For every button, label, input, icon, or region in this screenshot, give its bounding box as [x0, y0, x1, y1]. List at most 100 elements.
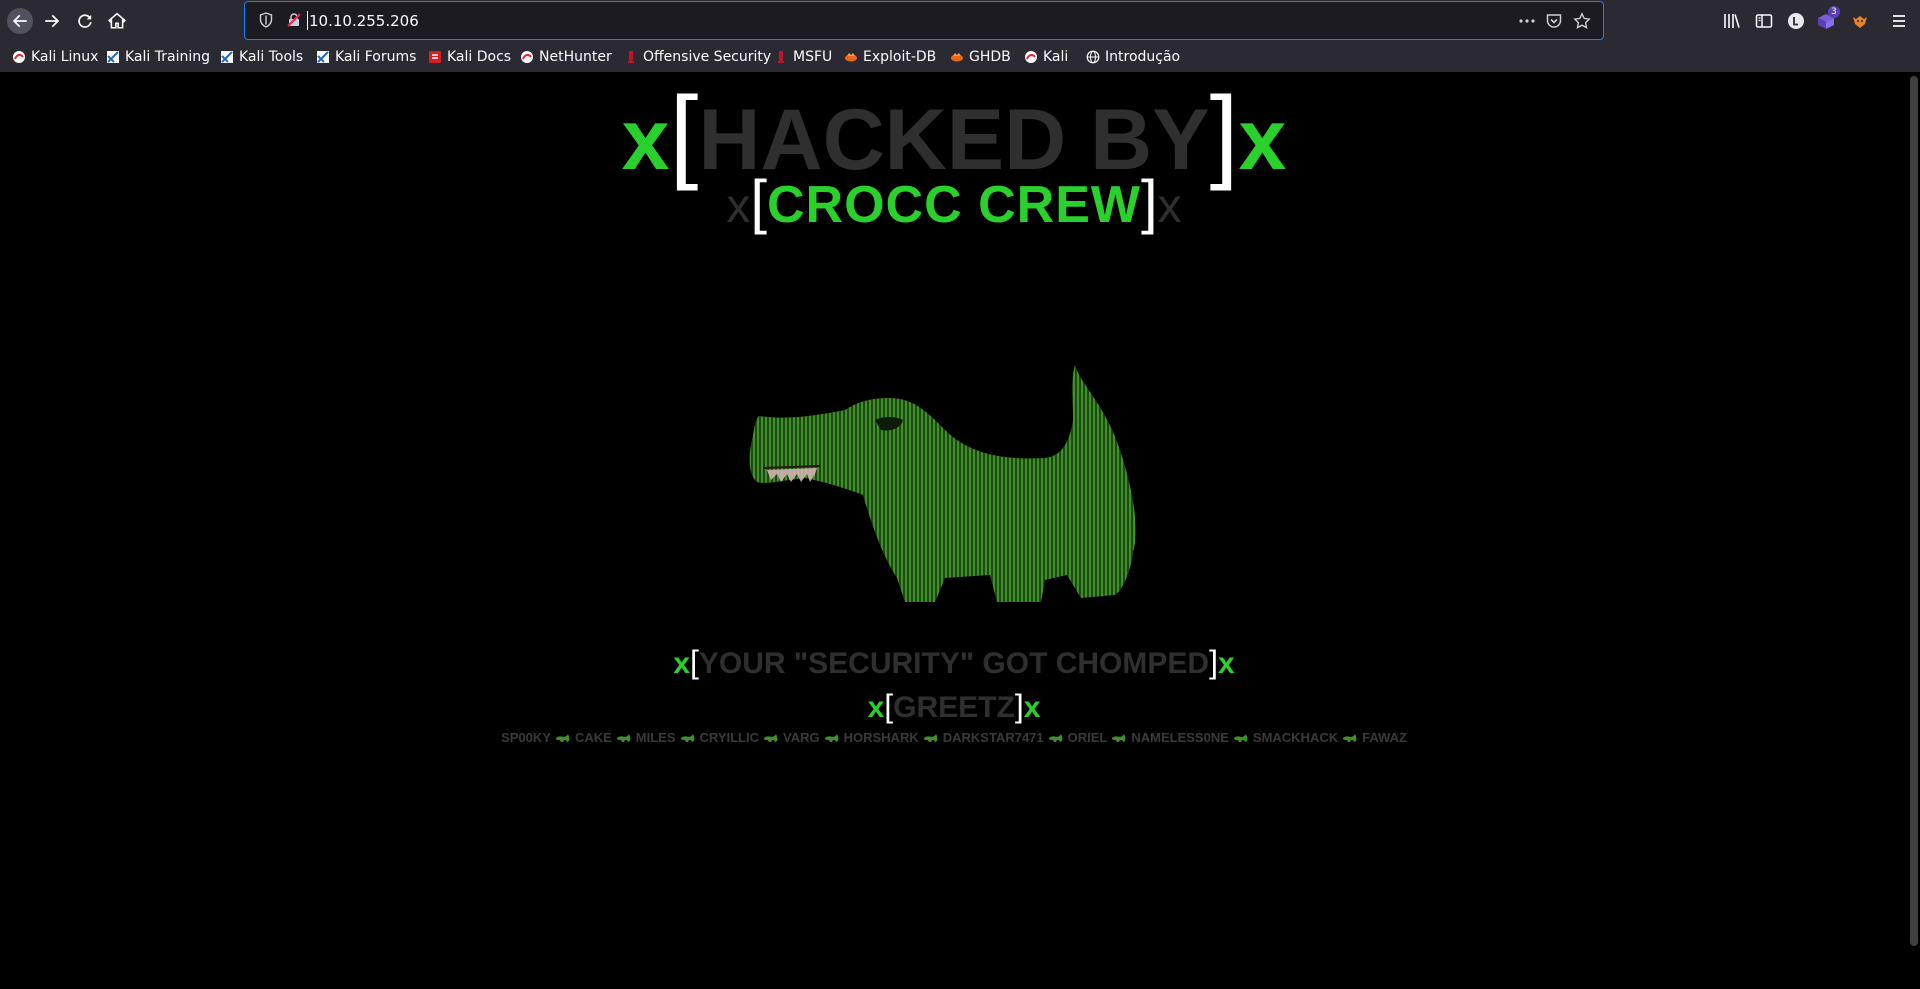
text-caret — [307, 11, 308, 30]
bookmark-label: Kali Linux — [31, 49, 99, 65]
home-button[interactable] — [104, 8, 130, 34]
greet-name: FAWAZ — [1362, 730, 1407, 745]
greet-name: SMACKHACK — [1252, 730, 1339, 745]
bookmark-kali-training[interactable]: Kali Training — [106, 48, 210, 66]
subtitle-bracket-close: ] — [1140, 168, 1158, 235]
tagline-bracket-close: ] — [1209, 644, 1218, 680]
greet-name: CAKE — [574, 730, 612, 745]
bookmark-introducao[interactable]: Introdução — [1086, 48, 1180, 66]
bookmark-label: Kali Forums — [335, 49, 417, 65]
kali-dragon-icon — [521, 51, 533, 63]
kali-dragon-icon — [13, 51, 25, 63]
bookmark-label: Exploit-DB — [863, 49, 937, 65]
bookmark-exploit-db[interactable]: Exploit-DB — [844, 48, 936, 66]
exploit-db-icon — [951, 53, 963, 62]
croc-separator-icon — [1343, 734, 1357, 742]
bookmark-label: Offensive Security — [643, 49, 772, 65]
sidebar-icon[interactable] — [1754, 11, 1774, 31]
bookmarks-toolbar: Kali Linux Kali Training Kali Tools Kali… — [0, 42, 1920, 73]
subtitle-x-right: x — [1157, 180, 1182, 233]
tagline-text: YOUR "SECURITY" GOT CHOMPED — [698, 647, 1210, 680]
bookmark-label: NetHunter — [539, 49, 612, 65]
tagline: x[YOUR "SECURITY" GOT CHOMPED]x — [0, 642, 1908, 682]
croc-separator-icon — [616, 734, 631, 742]
bookmark-star-icon[interactable] — [1573, 12, 1591, 30]
menu-icon[interactable] — [1889, 11, 1909, 31]
croc-separator-icon — [1112, 734, 1126, 742]
subtitle-bracket-open: [ — [750, 168, 767, 235]
bookmark-label: Introdução — [1105, 49, 1181, 65]
account-icon[interactable] — [1786, 11, 1806, 31]
tracking-shield-icon[interactable] — [258, 12, 274, 28]
greet-name: HORSHARK — [843, 730, 919, 745]
bookmark-label: MSFU — [793, 49, 833, 65]
reload-button[interactable] — [72, 8, 98, 34]
tagline-bracket-open: [ — [690, 644, 699, 680]
exploit-db-icon — [845, 53, 857, 62]
greet-name: VARG — [783, 730, 820, 745]
insecure-lock-icon[interactable] — [286, 12, 302, 28]
browser-toolbar: 10.10.255.206 3 — [0, 0, 1920, 42]
bookmark-kali-tools[interactable]: Kali Tools — [220, 48, 303, 66]
globe-icon — [1086, 50, 1100, 64]
home-icon — [108, 12, 126, 29]
greet-name: ORIEL — [1067, 730, 1108, 745]
greet-name: SP00KY — [501, 730, 551, 745]
bookmark-label: Kali — [1043, 49, 1069, 65]
bookmark-kali-docs[interactable]: Kali Docs — [428, 48, 511, 66]
address-bar[interactable]: 10.10.255.206 — [244, 1, 1604, 40]
greet-name: DARKSTAR7471 — [942, 730, 1044, 745]
greetz-heading: x[GREETZ]x — [0, 686, 1908, 726]
forward-button[interactable] — [39, 8, 65, 34]
greet-name: MILES — [635, 730, 676, 745]
tagline-x-left: x — [673, 647, 691, 680]
croc-separator-icon — [764, 734, 778, 742]
bookmark-ghdb[interactable]: GHDB — [950, 48, 1011, 66]
tagline-x-right: x — [1217, 647, 1235, 680]
scrollbar-thumb[interactable] — [1910, 76, 1918, 946]
croc-separator-icon — [1048, 734, 1063, 742]
croc-separator-icon — [923, 734, 938, 742]
kali-docs-icon — [429, 51, 441, 63]
croc-separator-icon — [555, 734, 570, 742]
extension-badge: 3 — [1828, 6, 1840, 18]
bookmark-nethunter[interactable]: NetHunter — [520, 48, 612, 66]
url-text[interactable]: 10.10.255.206 — [309, 12, 419, 30]
kali-training-icon — [107, 51, 119, 63]
greetz-bracket-close: ] — [1014, 688, 1024, 724]
kali-forums-icon — [317, 51, 329, 63]
pocket-icon[interactable] — [1545, 12, 1563, 30]
foxyproxy-icon[interactable] — [1850, 11, 1870, 31]
croc-separator-icon — [824, 734, 839, 742]
croc-separator-icon — [1233, 734, 1248, 742]
page-actions-icon[interactable] — [1518, 12, 1536, 30]
greetz-x-right: x — [1023, 691, 1041, 724]
offsec-icon — [778, 51, 784, 63]
bookmark-kali-forums[interactable]: Kali Forums — [316, 48, 416, 66]
offsec-icon — [628, 51, 634, 63]
greets-list: SP00KY CAKE MILES CRYILLIC VARG HORSHARK DARKS… — [0, 730, 1908, 750]
bookmark-offensive-security[interactable]: Offensive Security — [624, 48, 771, 66]
greetz-x-left: x — [867, 691, 885, 724]
arrow-left-icon — [12, 14, 27, 28]
bookmark-label: GHDB — [969, 49, 1011, 65]
subtitle-text: CROCC CREW — [767, 176, 1141, 234]
greet-name: CRYILLIC — [699, 730, 759, 745]
bookmark-label: Kali Docs — [447, 49, 512, 65]
reload-icon — [78, 14, 92, 28]
bookmark-kali-linux[interactable]: Kali Linux — [12, 48, 98, 66]
greetz-text: GREETZ — [893, 691, 1015, 724]
bookmark-kali[interactable]: Kali — [1024, 48, 1068, 66]
arrow-right-icon — [45, 14, 60, 28]
back-button[interactable] — [7, 8, 33, 34]
bookmark-msfu[interactable]: MSFU — [774, 48, 832, 66]
extension-button[interactable]: 3 — [1816, 6, 1840, 32]
library-icon[interactable] — [1722, 11, 1742, 31]
croc-separator-icon — [680, 734, 694, 742]
kali-dragon-icon — [1025, 51, 1037, 63]
crocc-crew-heading: x[CROCC CREW]x — [0, 162, 1908, 242]
crocodile-image — [749, 365, 1136, 602]
bookmark-label: Kali Tools — [239, 49, 304, 65]
greetz-bracket-open: [ — [884, 688, 894, 724]
page-viewport: x[HACKED BY]x x[CROCC CREW]x x[YOUR "SEC… — [0, 72, 1908, 989]
